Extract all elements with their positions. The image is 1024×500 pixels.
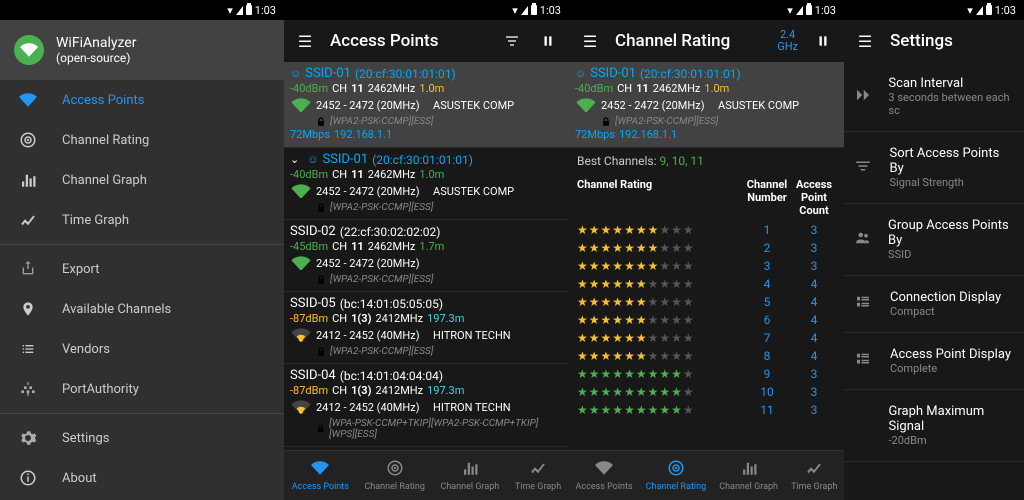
setting-scan-interval[interactable]: Scan Interval 3 seconds between each sc bbox=[844, 62, 1024, 132]
density-icon bbox=[854, 293, 876, 315]
group-icon bbox=[854, 229, 874, 251]
line-icon bbox=[805, 459, 823, 480]
target-icon bbox=[667, 459, 685, 480]
rating-row: ★★★★★★★★★★ 1 3 bbox=[569, 221, 844, 239]
wifi-icon bbox=[311, 459, 329, 480]
gear-icon bbox=[18, 429, 38, 447]
wifi-icon bbox=[595, 459, 613, 480]
tab-time-graph[interactable]: Time Graph bbox=[515, 459, 561, 492]
list-icon bbox=[18, 341, 38, 357]
setting-connection-display[interactable]: Connection Display Compact bbox=[844, 276, 1024, 333]
tab-time-graph[interactable]: Time Graph bbox=[791, 459, 837, 492]
nav-label: Channel Rating bbox=[62, 133, 149, 148]
rating-row: ★★★★★★★★★★ 2 3 bbox=[569, 239, 844, 257]
nav-label: PortAuthority bbox=[62, 382, 139, 397]
nav-label: Time Graph bbox=[62, 213, 129, 228]
export-icon bbox=[18, 261, 38, 277]
nav-label: Export bbox=[62, 262, 100, 277]
nav-portauthority[interactable]: PortAuthority bbox=[0, 369, 284, 409]
rating-row: ★★★★★★★★★★ 3 3 bbox=[569, 257, 844, 275]
density-icon bbox=[854, 350, 876, 372]
rating-row: ★★★★★★★★★★ 9 3 bbox=[569, 365, 844, 383]
rating-row: ★★★★★★★★★★ 5 4 bbox=[569, 293, 844, 311]
tab-channel-graph[interactable]: Channel Graph bbox=[719, 459, 778, 492]
pause-icon[interactable] bbox=[537, 34, 559, 48]
nav-settings[interactable]: Settings bbox=[0, 418, 284, 458]
filter-icon[interactable] bbox=[501, 33, 523, 49]
app-logo bbox=[14, 35, 44, 65]
nav-label: Channel Graph bbox=[62, 173, 147, 188]
best-channels: Best Channels: 9, 10, 11 bbox=[569, 148, 844, 174]
status-bar: ▾1:03 bbox=[284, 0, 569, 20]
setting-group-access-points-by[interactable]: Group Access Points By SSID bbox=[844, 204, 1024, 276]
rating-header: Channel Rating Channel Number Access Poi… bbox=[569, 174, 844, 221]
nav-time-graph[interactable]: Time Graph bbox=[0, 200, 284, 240]
tab-channel-graph[interactable]: Channel Graph bbox=[440, 459, 499, 492]
rating-row: ★★★★★★★★★★ 8 4 bbox=[569, 347, 844, 365]
target-icon bbox=[386, 459, 404, 480]
pin-icon bbox=[18, 301, 38, 317]
tab-access-points[interactable]: Access Points bbox=[292, 459, 349, 492]
rating-row: ★★★★★★★★★★ 10 3 bbox=[569, 383, 844, 401]
pause-icon[interactable] bbox=[812, 34, 834, 48]
menu-icon[interactable]: ☰ bbox=[579, 32, 601, 51]
setting-access-point-display[interactable]: Access Point Display Complete bbox=[844, 333, 1024, 390]
rating-row: ★★★★★★★★★★ 6 4 bbox=[569, 311, 844, 329]
nav-available-channels[interactable]: Available Channels bbox=[0, 289, 284, 329]
app-subtitle: (open-source) bbox=[56, 51, 136, 65]
tab-access-points[interactable]: Access Points bbox=[576, 459, 633, 492]
target-icon bbox=[18, 131, 38, 149]
bar-icon bbox=[461, 459, 479, 480]
bar-icon bbox=[18, 171, 38, 189]
tab-channel-rating[interactable]: Channel Rating bbox=[364, 459, 424, 492]
status-bar: ▾1:03 bbox=[844, 0, 1024, 20]
nav-channel-rating[interactable]: Channel Rating bbox=[0, 120, 284, 160]
rating-row: ★★★★★★★★★★ 11 3 bbox=[569, 401, 844, 419]
net-icon bbox=[18, 381, 38, 397]
nav-about[interactable]: About bbox=[0, 458, 284, 498]
nav-label: Vendors bbox=[62, 342, 110, 357]
ff-icon bbox=[854, 86, 874, 108]
page-title: Settings bbox=[890, 31, 1014, 51]
menu-icon[interactable]: ☰ bbox=[854, 32, 876, 51]
status-bar: ▾1:03 bbox=[0, 0, 284, 20]
line-icon bbox=[18, 211, 38, 229]
setting-graph-maximum-signal[interactable]: Graph Maximum Signal -20dBm bbox=[844, 390, 1024, 462]
setting-sort-access-points-by[interactable]: Sort Access Points By Signal Strength bbox=[844, 132, 1024, 204]
page-title: Channel Rating bbox=[615, 31, 763, 51]
tab-channel-rating[interactable]: Channel Rating bbox=[646, 459, 706, 492]
ap-card[interactable]: SSID-02 (22:cf:30:02:02:02) -45dBm CH 11… bbox=[284, 220, 569, 292]
connected-ap-card[interactable]: ☺ SSID-01 (20:cf:30:01:01:01) -40dBm CH … bbox=[569, 62, 844, 148]
menu-icon[interactable]: ☰ bbox=[294, 32, 316, 51]
band-toggle[interactable]: 2.4GHz bbox=[777, 29, 798, 53]
nav-label: About bbox=[62, 471, 97, 486]
bar-icon bbox=[740, 459, 758, 480]
info-icon bbox=[18, 469, 38, 487]
status-bar: ▾1:03 bbox=[569, 0, 844, 20]
app-bar: ☰ Channel Rating 2.4GHz bbox=[569, 20, 844, 62]
nav-channel-graph[interactable]: Channel Graph bbox=[0, 160, 284, 200]
app-bar: ☰ Settings bbox=[844, 20, 1024, 62]
rating-row: ★★★★★★★★★★ 4 4 bbox=[569, 275, 844, 293]
ap-card[interactable]: ⌄☺ SSID-01 (20:cf:30:01:01:01) -40dBm CH… bbox=[284, 148, 569, 220]
page-title: Access Points bbox=[330, 31, 487, 51]
drawer-header: WiFiAnalyzer (open-source) bbox=[0, 20, 284, 80]
nav-label: Access Points bbox=[62, 93, 144, 108]
nav-access-points[interactable]: Access Points bbox=[0, 80, 284, 120]
app-name: WiFiAnalyzer bbox=[56, 35, 136, 51]
ap-card[interactable]: SSID-04 (bc:14:01:04:04:04) -87dBm CH 1(… bbox=[284, 364, 569, 447]
sort-icon bbox=[854, 157, 876, 179]
nav-label: Settings bbox=[62, 431, 109, 446]
nav-label: Available Channels bbox=[62, 302, 171, 317]
nav-export[interactable]: Export bbox=[0, 249, 284, 289]
ap-card[interactable]: SSID-05 (bc:14:01:05:05:05) -87dBm CH 1(… bbox=[284, 292, 569, 364]
app-bar: ☰ Access Points bbox=[284, 20, 569, 62]
connected-ap-card[interactable]: ☺ SSID-01 (20:cf:30:01:01:01) -40dBm CH … bbox=[284, 62, 569, 148]
wifi-icon bbox=[18, 91, 38, 109]
rating-row: ★★★★★★★★★★ 7 4 bbox=[569, 329, 844, 347]
nav-vendors[interactable]: Vendors bbox=[0, 329, 284, 369]
line-icon bbox=[529, 459, 547, 480]
